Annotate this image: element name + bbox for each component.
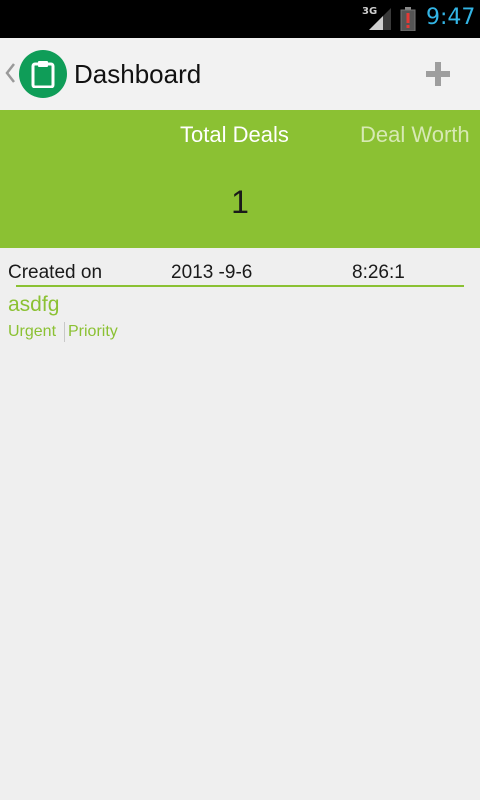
chevron-left-icon[interactable]	[4, 62, 16, 84]
created-on-label: Created on	[8, 262, 103, 283]
clipboard-icon	[31, 61, 55, 88]
plus-icon[interactable]	[418, 54, 458, 94]
tab-deal-worth[interactable]: Deal Worth	[360, 122, 470, 148]
app-icon[interactable]	[19, 50, 67, 98]
tag-divider	[64, 322, 65, 342]
signal-strength-icon	[369, 8, 391, 30]
action-bar: Dashboard	[0, 38, 480, 110]
clock: 9:47	[426, 5, 476, 30]
deal-name: asdfg	[8, 293, 60, 316]
battery-alert-icon	[400, 7, 416, 31]
divider	[16, 285, 464, 287]
tab-total-deals[interactable]: Total Deals	[180, 122, 289, 148]
priority-tag: Priority	[68, 323, 118, 340]
total-deals-value: 1	[231, 184, 249, 220]
status-bar: 3G 9:47	[0, 0, 480, 38]
page-title: Dashboard	[74, 59, 202, 89]
created-time: 8:26:1	[352, 262, 405, 283]
list-item[interactable]: Created on 2013 -9-6 8:26:1 asdfg Urgent…	[0, 248, 480, 348]
urgency-tag: Urgent	[8, 323, 57, 340]
stats-banner: Total Deals Deal Worth 1	[0, 110, 480, 248]
created-date: 2013 -9-6	[171, 262, 253, 283]
